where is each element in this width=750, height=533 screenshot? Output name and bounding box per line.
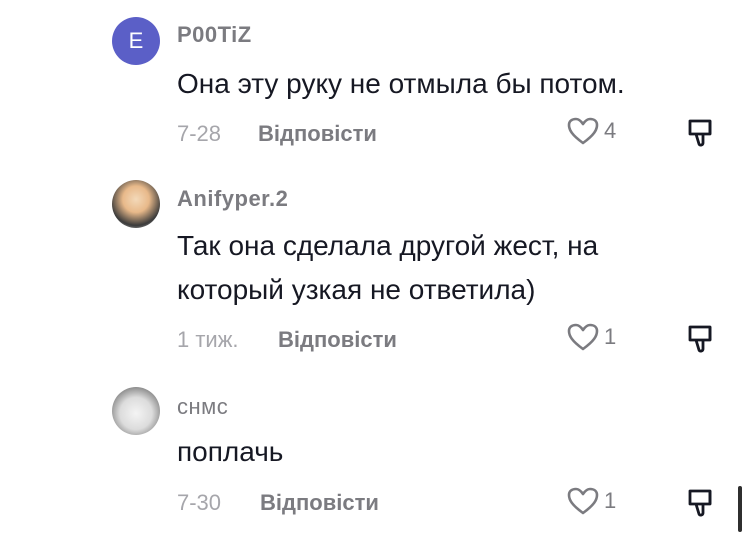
- heart-icon: [567, 487, 599, 515]
- avatar[interactable]: [112, 387, 160, 435]
- reply-button[interactable]: Відповісти: [278, 327, 397, 353]
- like-count: 1: [604, 324, 617, 349]
- reply-button[interactable]: Відповісти: [258, 121, 377, 147]
- like-button[interactable]: 1: [566, 486, 616, 516]
- comment-time: 7-28: [177, 121, 222, 146]
- thumbs-down-icon[interactable]: [686, 322, 718, 354]
- comment-time: 7-30: [177, 490, 222, 515]
- reply-button[interactable]: Відповісти: [260, 490, 379, 516]
- comment-text: Так она сделала другой жест, на который …: [177, 230, 599, 305]
- heart-icon: [567, 117, 599, 145]
- scrollbar[interactable]: [738, 486, 742, 532]
- comment-username[interactable]: Anifyper.2: [177, 186, 288, 212]
- avatar[interactable]: E: [112, 17, 160, 65]
- like-button[interactable]: 1: [566, 322, 616, 352]
- comment-username[interactable]: снмс: [177, 394, 228, 420]
- comment-time: 1 тиж.: [177, 327, 239, 352]
- comment-username[interactable]: P00TiZ: [177, 22, 252, 48]
- avatar[interactable]: [112, 180, 160, 228]
- comment-text: поплачь: [177, 436, 284, 467]
- like-count: 1: [604, 488, 617, 513]
- like-button[interactable]: 4: [566, 116, 616, 146]
- thumbs-down-icon[interactable]: [686, 486, 718, 518]
- comment-text: Она эту руку не отмыла бы потом.: [177, 68, 625, 99]
- like-count: 4: [604, 118, 617, 143]
- thumbs-down-icon[interactable]: [686, 116, 718, 148]
- heart-icon: [567, 323, 599, 351]
